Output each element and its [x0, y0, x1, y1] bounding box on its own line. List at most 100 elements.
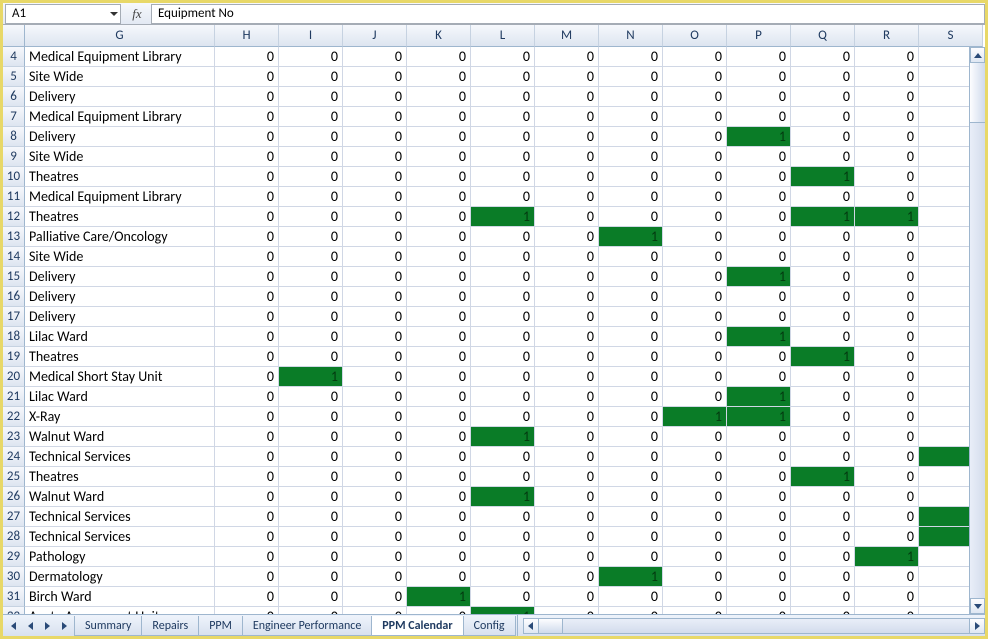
cell[interactable]: 0	[791, 47, 855, 67]
cell[interactable]: 0	[855, 327, 919, 347]
cell[interactable]: 0	[663, 147, 727, 167]
cell[interactable]: 0	[663, 107, 727, 127]
cell[interactable]: 0	[407, 147, 471, 167]
cell[interactable]: 1	[663, 407, 727, 427]
cell[interactable]: 1	[471, 427, 535, 447]
cell[interactable]: 0	[535, 127, 599, 147]
cell[interactable]: 0	[279, 607, 343, 614]
cell[interactable]: 0	[215, 307, 279, 327]
scroll-down-button[interactable]	[970, 598, 985, 614]
cell[interactable]: 0	[407, 407, 471, 427]
cell[interactable]: 0	[471, 147, 535, 167]
cell[interactable]: 0	[471, 187, 535, 207]
cell[interactable]: 0	[407, 427, 471, 447]
cell[interactable]: Delivery	[25, 127, 215, 147]
horizontal-scroll-thumb[interactable]	[539, 619, 563, 633]
cell[interactable]: 0	[599, 347, 663, 367]
cell[interactable]: 0	[343, 267, 407, 287]
cell[interactable]: 0	[407, 127, 471, 147]
cell[interactable]: Birch Ward	[25, 587, 215, 607]
cell[interactable]: 0	[215, 347, 279, 367]
cell[interactable]: 0	[343, 407, 407, 427]
cell[interactable]: 0	[343, 587, 407, 607]
cell[interactable]: 0	[279, 307, 343, 327]
cell[interactable]: 0	[599, 507, 663, 527]
cell[interactable]: 0	[535, 607, 599, 614]
cell[interactable]: 0	[535, 167, 599, 187]
cell[interactable]: 0	[727, 247, 791, 267]
cell[interactable]: 0	[855, 67, 919, 87]
cell[interactable]: 0	[727, 507, 791, 527]
cell[interactable]: 0	[279, 67, 343, 87]
cell[interactable]: 1	[471, 607, 535, 614]
cell[interactable]: 0	[279, 107, 343, 127]
cell[interactable]: 0	[855, 567, 919, 587]
cell[interactable]: 1	[599, 567, 663, 587]
cell[interactable]: 0	[599, 487, 663, 507]
cell[interactable]: 0	[791, 367, 855, 387]
cell[interactable]: 0	[343, 127, 407, 147]
cell[interactable]: Site Wide	[25, 147, 215, 167]
cell[interactable]: 0	[343, 487, 407, 507]
cell[interactable]: 0	[599, 247, 663, 267]
column-header[interactable]: O	[663, 25, 727, 47]
cell[interactable]: 0	[343, 87, 407, 107]
column-header[interactable]: M	[535, 25, 599, 47]
cell[interactable]: 0	[599, 547, 663, 567]
cell[interactable]: 0	[663, 447, 727, 467]
cell[interactable]: 0	[791, 327, 855, 347]
cell[interactable]: 0	[471, 347, 535, 367]
cell[interactable]: 0	[663, 227, 727, 247]
fx-button[interactable]: fx	[125, 5, 149, 23]
cell[interactable]: 0	[471, 567, 535, 587]
cell[interactable]: 0	[791, 247, 855, 267]
cell[interactable]: Delivery	[25, 267, 215, 287]
cell[interactable]: Site Wide	[25, 247, 215, 267]
cell[interactable]: 0	[535, 347, 599, 367]
cell[interactable]: Medical Short Stay Unit	[25, 367, 215, 387]
cell[interactable]: 0	[215, 227, 279, 247]
cell[interactable]: 0	[471, 547, 535, 567]
cell[interactable]: 0	[727, 347, 791, 367]
cell[interactable]: 0	[215, 87, 279, 107]
cell[interactable]: 0	[791, 127, 855, 147]
cell[interactable]: 0	[599, 587, 663, 607]
vertical-scroll-thumb[interactable]	[970, 63, 985, 123]
cell[interactable]: 0	[791, 607, 855, 614]
cell[interactable]: Dermatology	[25, 567, 215, 587]
cell[interactable]: 1	[791, 467, 855, 487]
cell[interactable]: 0	[663, 347, 727, 367]
cell[interactable]: 0	[727, 367, 791, 387]
cell[interactable]: 1	[599, 227, 663, 247]
cell[interactable]: Site Wide	[25, 67, 215, 87]
cell[interactable]: 0	[407, 547, 471, 567]
cell[interactable]: Medical Equipment Library	[25, 187, 215, 207]
cell[interactable]: 0	[471, 467, 535, 487]
column-header[interactable]: H	[215, 25, 279, 47]
cell[interactable]: 0	[535, 387, 599, 407]
cell[interactable]: 0	[791, 67, 855, 87]
cell[interactable]: Palliative Care/Oncology	[25, 227, 215, 247]
cell[interactable]: 0	[343, 227, 407, 247]
column-header[interactable]: J	[343, 25, 407, 47]
cell[interactable]: 0	[791, 547, 855, 567]
cell[interactable]: 0	[343, 507, 407, 527]
cell[interactable]: 0	[727, 47, 791, 67]
cell[interactable]: 1	[855, 547, 919, 567]
cell[interactable]: 0	[663, 87, 727, 107]
row-header[interactable]: 28	[3, 527, 25, 547]
cell[interactable]: 0	[855, 267, 919, 287]
cell[interactable]: 0	[343, 147, 407, 167]
cell[interactable]: 0	[343, 327, 407, 347]
cell[interactable]: 0	[471, 527, 535, 547]
horizontal-scrollbar[interactable]	[523, 615, 985, 636]
cell[interactable]: 0	[343, 287, 407, 307]
cell[interactable]: 0	[535, 407, 599, 427]
cell[interactable]: 0	[599, 367, 663, 387]
cell[interactable]: 0	[535, 87, 599, 107]
cell[interactable]: 0	[663, 47, 727, 67]
cell[interactable]: 1	[727, 407, 791, 427]
cell[interactable]: 0	[791, 387, 855, 407]
cell[interactable]: 0	[855, 587, 919, 607]
cell[interactable]: 0	[599, 147, 663, 167]
